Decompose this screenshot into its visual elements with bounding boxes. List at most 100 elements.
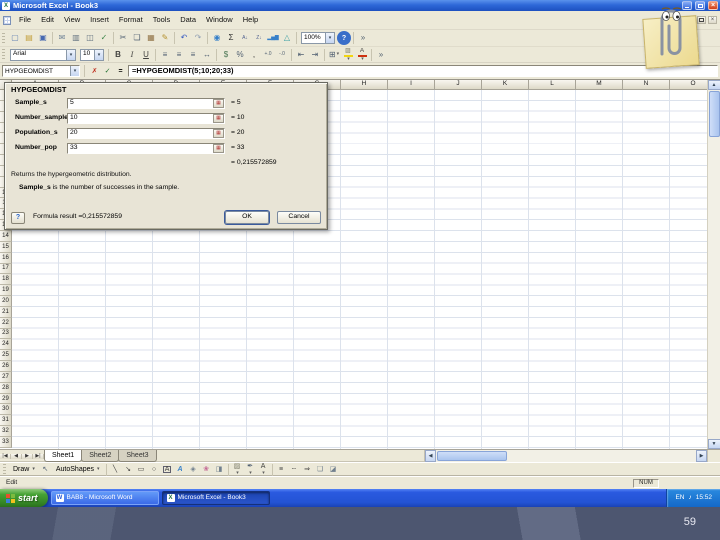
line-color-icon-arrow-icon[interactable]: ▾ bbox=[249, 471, 252, 476]
column-header-i[interactable]: I bbox=[388, 80, 435, 90]
row-header-28[interactable]: 28 bbox=[0, 382, 12, 394]
title-bar[interactable]: X Microsoft Excel - Book3 × bbox=[0, 0, 720, 11]
arrow-icon[interactable]: ↘ bbox=[122, 464, 135, 476]
workbook-close-button[interactable]: × bbox=[708, 16, 717, 24]
toolbar-options-icon[interactable]: » bbox=[356, 31, 370, 45]
collapse-dialog-button[interactable]: ▦ bbox=[213, 128, 224, 138]
collapse-dialog-button[interactable]: ▦ bbox=[213, 98, 224, 108]
hyperlink-icon[interactable]: ◉ bbox=[210, 31, 224, 45]
font-color-icon[interactable]: A ▾ bbox=[355, 48, 369, 62]
row-header-16[interactable]: 16 bbox=[0, 252, 12, 264]
row-header-21[interactable]: 21 bbox=[0, 306, 12, 318]
print-preview-icon[interactable]: ◫ bbox=[83, 31, 97, 45]
formula-input[interactable]: =HYPGEOMDIST(5;10;20;33) bbox=[128, 65, 718, 77]
borders-icon[interactable]: ⊞ ▾ bbox=[327, 48, 341, 62]
language-indicator[interactable]: EN bbox=[675, 494, 684, 502]
row-header-22[interactable]: 22 bbox=[0, 317, 12, 329]
print-icon[interactable]: ▥ bbox=[69, 31, 83, 45]
name-box[interactable]: HYPGEOMDIST ▾ bbox=[2, 65, 80, 77]
arrow-style-icon[interactable]: ⇒ bbox=[301, 464, 314, 476]
row-header-20[interactable]: 20 bbox=[0, 296, 12, 307]
redo-icon[interactable]: ↷ bbox=[191, 31, 205, 45]
column-header-l[interactable]: L bbox=[529, 80, 576, 90]
menu-item-view[interactable]: View bbox=[59, 14, 85, 26]
menu-item-file[interactable]: File bbox=[14, 14, 36, 26]
vertical-scrollbar[interactable]: ▲ ▼ bbox=[707, 80, 720, 449]
menu-item-help[interactable]: Help bbox=[238, 14, 263, 26]
dialog-help-button[interactable]: ? bbox=[11, 211, 25, 224]
scroll-up-button[interactable]: ▲ bbox=[707, 80, 720, 90]
row-header-23[interactable]: 23 bbox=[0, 328, 12, 340]
sheet-tab-sheet2[interactable]: Sheet2 bbox=[81, 450, 120, 462]
field-input-sample_s[interactable]: 5 ▦ bbox=[67, 97, 225, 109]
font-size-combo[interactable]: 10 ▾ bbox=[80, 48, 104, 61]
sort-ascending-icon[interactable]: A↓ bbox=[238, 31, 252, 45]
cancel-formula-button[interactable]: ✗ bbox=[89, 66, 100, 77]
field-input-population_s[interactable]: 20 ▦ bbox=[67, 127, 225, 139]
autosum-icon[interactable]: Σ bbox=[224, 31, 238, 45]
font-color-icon-arrow-icon[interactable]: ▾ bbox=[262, 471, 265, 476]
row-header-15[interactable]: 15 bbox=[0, 241, 12, 253]
row-header-25[interactable]: 25 bbox=[0, 350, 12, 362]
menu-item-window[interactable]: Window bbox=[201, 14, 238, 26]
row-header-27[interactable]: 27 bbox=[0, 371, 12, 383]
fill-color-icon[interactable]: ▨ ▾ bbox=[231, 463, 244, 476]
font-color-icon[interactable]: A ▾ bbox=[257, 463, 270, 476]
ok-button[interactable]: OK bbox=[225, 211, 269, 224]
row-header-33[interactable]: 33 bbox=[0, 437, 12, 448]
underline-icon[interactable]: U bbox=[139, 48, 153, 62]
toolbar-grip[interactable] bbox=[2, 32, 5, 44]
paste-icon[interactable]: ▦ bbox=[144, 31, 158, 45]
increase-indent-icon[interactable]: ⇥ bbox=[308, 48, 322, 62]
menu-item-data[interactable]: Data bbox=[175, 14, 201, 26]
office-assistant-clippy[interactable] bbox=[636, 3, 700, 71]
currency-icon[interactable]: $ bbox=[219, 48, 233, 62]
column-header-n[interactable]: N bbox=[623, 80, 670, 90]
decrease-indent-icon[interactable]: ⇤ bbox=[294, 48, 308, 62]
row-header-31[interactable]: 31 bbox=[0, 415, 12, 427]
open-icon[interactable]: ▤ bbox=[22, 31, 36, 45]
toolbar-grip[interactable] bbox=[2, 49, 5, 60]
font-color-icon-arrow-icon[interactable]: ▾ bbox=[361, 56, 364, 62]
row-header-14[interactable]: 14 bbox=[0, 230, 12, 242]
save-icon[interactable]: ▣ bbox=[36, 31, 50, 45]
horizontal-scrollbar[interactable]: ◀ ▶ bbox=[424, 450, 707, 462]
insert-picture-icon[interactable]: ◨ bbox=[213, 464, 226, 476]
clip-art-icon[interactable]: ❀ bbox=[200, 464, 213, 476]
borders-icon-arrow-icon[interactable]: ▾ bbox=[337, 52, 340, 57]
scroll-down-button[interactable]: ▼ bbox=[707, 439, 720, 449]
copy-icon[interactable]: ❏ bbox=[130, 31, 144, 45]
first-sheet-button[interactable]: |◀ bbox=[0, 453, 11, 459]
field-input-number_pop[interactable]: 33 ▦ bbox=[67, 142, 225, 154]
oval-icon[interactable]: ○ bbox=[148, 464, 161, 476]
cut-icon[interactable]: ✂ bbox=[116, 31, 130, 45]
scroll-left-button[interactable]: ◀ bbox=[425, 450, 436, 462]
diagram-icon[interactable]: ◈ bbox=[187, 464, 200, 476]
field-input-number_sample[interactable]: 10 ▦ bbox=[67, 112, 225, 124]
align-left-icon[interactable]: ≡ bbox=[158, 48, 172, 62]
cancel-button[interactable]: Cancel bbox=[277, 211, 321, 224]
drawing-icon[interactable]: △ bbox=[280, 31, 294, 45]
sheet-tab-sheet3[interactable]: Sheet3 bbox=[118, 450, 157, 462]
fill-color-icon-arrow-icon[interactable]: ▾ bbox=[347, 56, 350, 62]
next-sheet-button[interactable]: ▶ bbox=[22, 453, 33, 459]
scroll-right-button[interactable]: ▶ bbox=[696, 450, 707, 462]
row-header-32[interactable]: 32 bbox=[0, 426, 12, 437]
enter-formula-button[interactable]: ✓ bbox=[102, 66, 113, 77]
volume-icon[interactable]: ♪ bbox=[688, 494, 691, 502]
toolbar-options-icon[interactable]: » bbox=[374, 48, 388, 62]
edit-formula-button[interactable]: = bbox=[115, 66, 126, 77]
column-header-k[interactable]: K bbox=[482, 80, 529, 90]
name-box-dropdown-icon[interactable]: ▾ bbox=[70, 66, 79, 76]
3d-style-icon[interactable]: ◪ bbox=[327, 464, 340, 476]
horizontal-scrollbar-thumb[interactable] bbox=[437, 451, 507, 461]
bold-icon[interactable]: B bbox=[111, 48, 125, 62]
percent-icon[interactable]: % bbox=[233, 48, 247, 62]
sheet-tab-sheet1[interactable]: Sheet1 bbox=[44, 450, 83, 462]
row-header-24[interactable]: 24 bbox=[0, 339, 12, 351]
row-header-30[interactable]: 30 bbox=[0, 404, 12, 416]
clock[interactable]: 15:52 bbox=[696, 494, 712, 502]
shadow-style-icon[interactable]: ❏ bbox=[314, 464, 327, 476]
increase-decimal-icon[interactable]: +.0 bbox=[261, 48, 275, 62]
font-name-dropdown-icon[interactable]: ▾ bbox=[66, 49, 75, 60]
